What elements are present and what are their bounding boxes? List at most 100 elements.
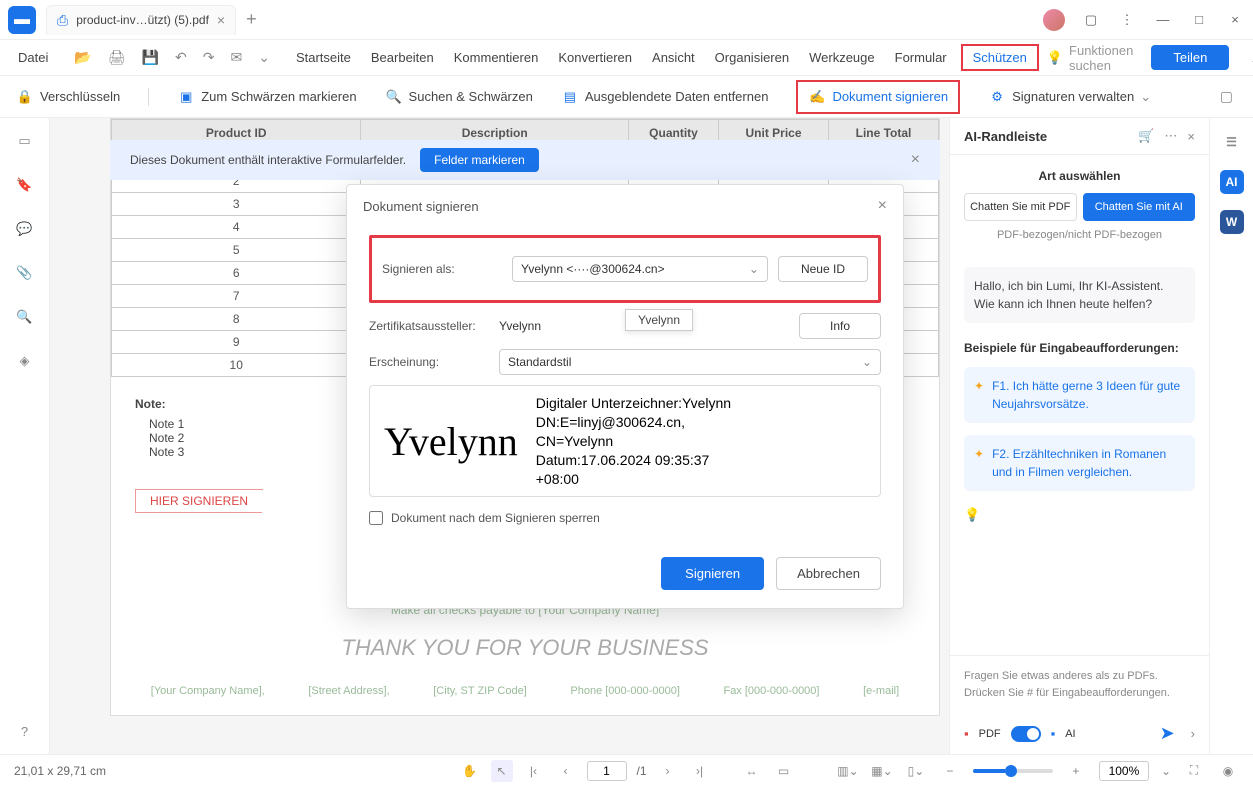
- sign-document-dialog: Dokument signieren × Signieren als: Yvel…: [346, 184, 904, 609]
- bookmarks-icon[interactable]: 🔖: [14, 174, 36, 196]
- example-prompt-2[interactable]: ✦ F2. Erzähltechniken in Romanen und in …: [964, 435, 1195, 491]
- ai-sidebar: AI-Randleiste 🛒 ⋯ × Art auswählen Chatte…: [949, 118, 1209, 754]
- help-icon[interactable]: ?: [14, 720, 36, 742]
- save-as-icon[interactable]: 💾: [138, 49, 163, 66]
- chevron-down-icon: ⌄: [1140, 89, 1151, 105]
- chat-pdf-button[interactable]: Chatten Sie mit PDF: [964, 193, 1077, 221]
- next-page-icon[interactable]: ›: [657, 760, 679, 782]
- feedback-icon[interactable]: ▢: [1081, 10, 1101, 30]
- lock-after-sign-checkbox[interactable]: Dokument nach dem Signieren sperren: [369, 511, 881, 525]
- cancel-button[interactable]: Abbrechen: [776, 557, 881, 590]
- menu-startseite[interactable]: Startseite: [290, 46, 357, 69]
- example-prompt-1[interactable]: ✦ F1. Ich hätte gerne 3 Ideen für gute N…: [964, 367, 1195, 423]
- sign-document-button[interactable]: ✍ Dokument signieren: [796, 80, 960, 114]
- menu-organisieren[interactable]: Organisieren: [709, 46, 795, 69]
- redo-icon[interactable]: ↷: [199, 49, 219, 66]
- menu-konvertieren[interactable]: Konvertieren: [552, 46, 638, 69]
- menu-kommentieren[interactable]: Kommentieren: [448, 46, 545, 69]
- tab-close-icon[interactable]: ×: [217, 12, 225, 28]
- menu-bearbeiten[interactable]: Bearbeiten: [365, 46, 440, 69]
- sign-as-select[interactable]: Yvelynn <····@300624.cn> ⌄: [512, 256, 768, 282]
- document-tab[interactable]: ⎙ product-inv…ützt) (5).pdf ×: [46, 5, 236, 35]
- zoom-in-icon[interactable]: +: [1065, 760, 1087, 782]
- kebab-menu-icon[interactable]: ⋮: [1117, 10, 1137, 30]
- info-button[interactable]: Info: [799, 313, 881, 339]
- app-logo: ▬: [8, 6, 36, 34]
- read-mode-icon[interactable]: ◉: [1217, 760, 1239, 782]
- fit-page-icon[interactable]: ▭: [773, 760, 795, 782]
- close-window-button[interactable]: ×: [1225, 10, 1245, 30]
- send-icon[interactable]: ➤: [1160, 723, 1175, 744]
- ai-badge-icon[interactable]: AI: [1220, 170, 1244, 194]
- tab-title: product-inv…ützt) (5).pdf: [76, 13, 209, 27]
- more-dots-icon[interactable]: ⋯: [1164, 128, 1177, 144]
- user-avatar[interactable]: [1043, 9, 1065, 31]
- feature-search[interactable]: 💡 Funktionen suchen: [1047, 43, 1134, 73]
- undo-icon[interactable]: ↶: [171, 49, 191, 66]
- appearance-label: Erscheinung:: [369, 355, 499, 369]
- menu-schuetzen[interactable]: Schützen: [961, 44, 1039, 71]
- sliders-icon[interactable]: ☰: [1220, 130, 1244, 154]
- scroll-mode-icon[interactable]: ▯⌄: [905, 760, 927, 782]
- menu-file[interactable]: Datei: [12, 46, 54, 69]
- share-button[interactable]: Teilen: [1151, 45, 1229, 70]
- minimize-button[interactable]: —: [1153, 10, 1173, 30]
- banner-close-icon[interactable]: ×: [911, 151, 920, 169]
- layers-icon[interactable]: ◈: [14, 350, 36, 372]
- mail-icon[interactable]: ✉: [226, 49, 246, 66]
- remove-hidden-icon: ▤: [561, 88, 579, 106]
- zoom-chevron-icon[interactable]: ⌄: [1161, 764, 1171, 778]
- maximize-button[interactable]: □: [1189, 10, 1209, 30]
- manage-signatures-button[interactable]: ⚙ Signaturen verwalten ⌄: [988, 88, 1151, 106]
- cart-icon[interactable]: 🛒: [1138, 128, 1154, 144]
- toolbar-extra-icon[interactable]: ▢: [1216, 88, 1237, 105]
- first-page-icon[interactable]: |‹: [522, 760, 544, 782]
- menu-ansicht[interactable]: Ansicht: [646, 46, 701, 69]
- cloud-icon[interactable]: ☁: [1247, 49, 1253, 66]
- fullscreen-icon[interactable]: ⛶: [1183, 760, 1205, 782]
- menu-formular[interactable]: Formular: [889, 46, 953, 69]
- thumbnails-icon[interactable]: ▭: [14, 130, 36, 152]
- lightbulb-hint-icon[interactable]: 💡: [964, 507, 980, 522]
- issuer-label: Zertifikatsaussteller:: [369, 319, 499, 333]
- expand-chat-icon[interactable]: ›: [1191, 726, 1195, 741]
- fit-width-icon[interactable]: ↔: [741, 760, 763, 782]
- zoom-slider[interactable]: [973, 769, 1053, 773]
- view-mode-icon[interactable]: ▥⌄: [837, 760, 859, 782]
- sign-here-field[interactable]: HIER SIGNIEREN: [135, 489, 263, 513]
- more-icon[interactable]: ⌄: [254, 49, 274, 66]
- open-icon[interactable]: 📂: [70, 49, 95, 66]
- issuer-tooltip: Yvelynn: [625, 309, 693, 331]
- new-tab-button[interactable]: +: [246, 9, 257, 30]
- dialog-close-icon[interactable]: ×: [878, 197, 887, 215]
- search-redact-button[interactable]: 🔍 Suchen & Schwärzen: [385, 88, 533, 106]
- menu-werkzeuge[interactable]: Werkzeuge: [803, 46, 881, 69]
- last-page-icon[interactable]: ›|: [689, 760, 711, 782]
- attachments-icon[interactable]: 📎: [14, 262, 36, 284]
- appearance-select[interactable]: Standardstil ⌄: [499, 349, 881, 375]
- redact-mark-button[interactable]: ▣ Zum Schwärzen markieren: [177, 88, 356, 106]
- zoom-out-icon[interactable]: −: [939, 760, 961, 782]
- pdf-toggle[interactable]: [1011, 726, 1041, 742]
- print-icon[interactable]: 🖨: [104, 49, 130, 66]
- search-panel-icon[interactable]: 🔍: [14, 306, 36, 328]
- far-right-rail: ☰ AI W: [1209, 118, 1253, 754]
- page-number-input[interactable]: [586, 761, 626, 781]
- titlebar: ▬ ⎙ product-inv…ützt) (5).pdf × + ▢ ⋮ — …: [0, 0, 1253, 40]
- chat-ai-button[interactable]: Chatten Sie mit AI: [1083, 193, 1196, 221]
- close-sidebar-icon[interactable]: ×: [1187, 129, 1195, 144]
- form-fields-banner: Dieses Dokument enthält interaktive Form…: [110, 140, 940, 180]
- encrypt-button[interactable]: 🔒 Verschlüsseln: [16, 88, 120, 106]
- comments-icon[interactable]: 💬: [14, 218, 36, 240]
- signature-icon: ✍: [808, 88, 826, 106]
- hand-tool-icon[interactable]: ✋: [458, 760, 480, 782]
- reading-mode-icon[interactable]: ▦⌄: [871, 760, 893, 782]
- zoom-input[interactable]: [1099, 761, 1149, 781]
- select-tool-icon[interactable]: ↖: [490, 760, 512, 782]
- new-id-button[interactable]: Neue ID: [778, 256, 868, 282]
- prev-page-icon[interactable]: ‹: [554, 760, 576, 782]
- highlight-fields-button[interactable]: Felder markieren: [420, 148, 539, 172]
- word-badge-icon[interactable]: W: [1220, 210, 1244, 234]
- sign-button[interactable]: Signieren: [661, 557, 764, 590]
- remove-hidden-button[interactable]: ▤ Ausgeblendete Daten entfernen: [561, 88, 769, 106]
